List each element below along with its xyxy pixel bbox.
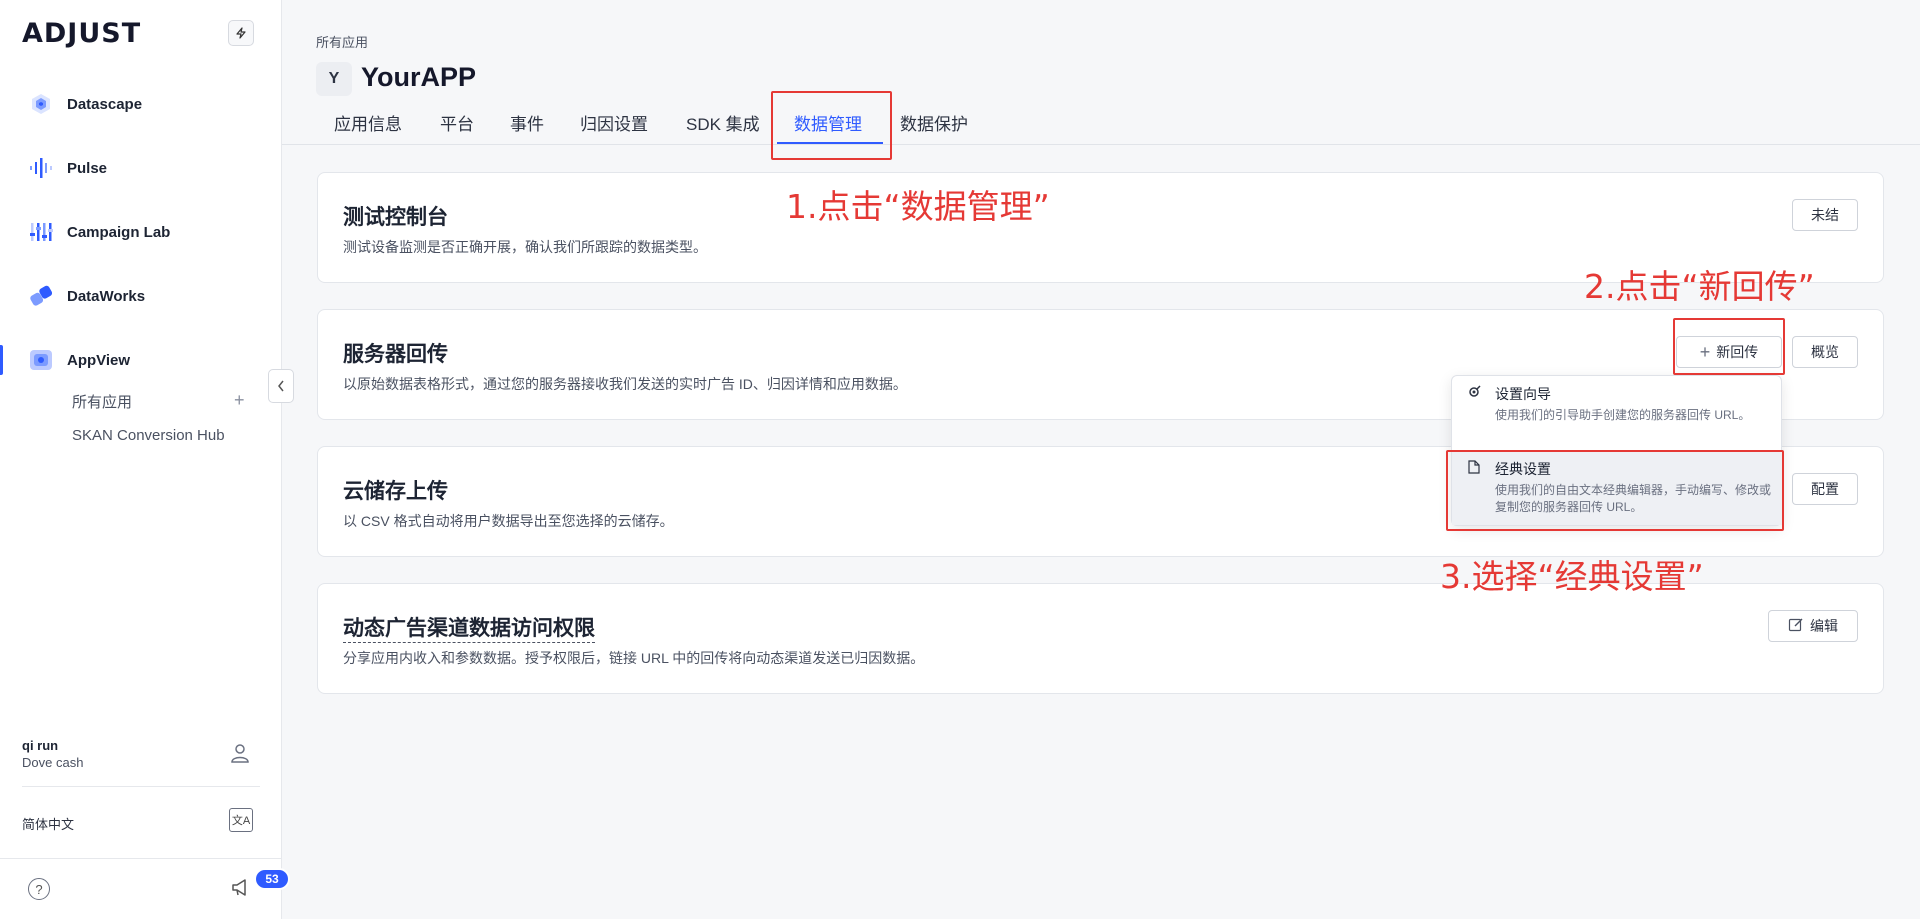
nav-label: Campaign Lab (67, 223, 171, 241)
menu-item-title: 设置向导 (1495, 386, 1551, 402)
add-app-plus-icon[interactable]: + (234, 390, 245, 411)
user-profile-icon[interactable] (229, 742, 251, 769)
tab-events[interactable]: 事件 (510, 110, 544, 135)
campaign-lab-icon (26, 217, 56, 247)
tab-platform[interactable]: 平台 (440, 110, 474, 135)
collapse-sidebar-button[interactable] (268, 369, 294, 403)
page-title: YourAPP (361, 62, 477, 92)
menu-item-setup-wizard[interactable]: 设置向导 使用我们的引导助手创建您的服务器回传 URL。 (1452, 376, 1783, 450)
nav-label: Pulse (67, 159, 108, 177)
nav-label: Datascape (67, 95, 143, 113)
divider (22, 786, 260, 787)
menu-item-title: 经典设置 (1495, 461, 1551, 477)
card-title: 动态广告渠道数据访问权限 (343, 612, 595, 643)
sidebar-item-skan-conversion-hub[interactable]: SKAN Conversion Hub (72, 427, 225, 444)
tab-attribution-settings[interactable]: 归因设置 (580, 110, 648, 135)
translate-icon[interactable]: 文A (229, 808, 253, 832)
document-icon (1468, 460, 1480, 477)
adjust-logo[interactable]: ADJUST (22, 18, 141, 49)
edit-button[interactable]: 编辑 (1768, 610, 1858, 642)
open-test-console-button[interactable]: 未结 (1792, 199, 1858, 231)
wand-icon (1468, 385, 1481, 401)
nav-item-campaign-lab[interactable]: Campaign Lab (0, 209, 281, 255)
megaphone-icon[interactable] (230, 876, 252, 904)
app-avatar: Y (316, 62, 352, 96)
appview-icon (26, 345, 56, 375)
card-description: 以 CSV 格式自动将用户数据导出至您选择的云储存。 (343, 513, 674, 529)
header-divider (282, 144, 1920, 145)
configure-button[interactable]: 配置 (1792, 473, 1858, 505)
user-company: Dove cash (22, 755, 84, 770)
card-description: 测试设备监测是否正确开展，确认我们所跟踪的数据类型。 (343, 239, 707, 255)
card-title: 云储存上传 (343, 480, 448, 503)
card-title: 测试控制台 (343, 206, 448, 229)
new-callback-button[interactable]: + 新回传 (1676, 336, 1782, 368)
menu-item-classic-setup[interactable]: 经典设置 使用我们的自由文本经典编辑器，手动编写、修改或复制您的服务器回传 UR… (1452, 451, 1783, 525)
overview-button[interactable]: 概览 (1792, 336, 1858, 368)
nav-item-datascape[interactable]: Datascape (0, 81, 281, 127)
annotation-step-3: 3.选择“经典设置” (1440, 557, 1704, 596)
sidebar-item-all-apps[interactable]: 所有应用 (72, 391, 132, 412)
help-icon[interactable]: ? (28, 878, 50, 900)
pulse-icon (26, 153, 56, 183)
card-description: 以原始数据表格形式，通过您的服务器接收我们发送的实时广告 ID、归因详情和应用数… (343, 376, 907, 392)
menu-item-description: 使用我们的引导助手创建您的服务器回传 URL。 (1495, 408, 1751, 422)
notification-badge[interactable]: 53 (254, 868, 290, 890)
user-name: qi run (22, 738, 59, 753)
card-dynamic-ad-partner-access: 动态广告渠道数据访问权限 分享应用内收入和参数数据。授予权限后，链接 URL 中… (317, 583, 1884, 694)
tab-app-info[interactable]: 应用信息 (334, 110, 402, 135)
card-title: 服务器回传 (343, 343, 448, 366)
breadcrumb[interactable]: 所有应用 (316, 32, 368, 51)
menu-item-description: 使用我们的自由文本经典编辑器，手动编写、修改或复制您的服务器回传 URL。 (1495, 483, 1772, 514)
edit-icon (1788, 617, 1804, 636)
new-callback-label: 新回传 (1716, 344, 1759, 360)
edit-label: 编辑 (1810, 618, 1838, 634)
dataworks-icon (26, 281, 56, 311)
nav-item-dataworks[interactable]: DataWorks (0, 273, 281, 319)
plus-icon: + (1699, 341, 1711, 362)
nav-label: DataWorks (67, 287, 146, 305)
nav-item-pulse[interactable]: Pulse (0, 145, 281, 191)
sidebar: ADJUST Datascape Pulse Campaign Lab Data… (0, 0, 290, 919)
tab-data-management[interactable]: 数据管理 (794, 110, 862, 135)
tab-data-protection[interactable]: 数据保护 (900, 110, 968, 135)
tab-sdk-integration[interactable]: SDK 集成 (686, 110, 760, 135)
annotation-step-1: 1.点击“数据管理” (786, 187, 1050, 226)
nav-label: AppView (67, 351, 131, 369)
datascape-icon (26, 89, 56, 119)
nav-item-appview[interactable]: AppView (0, 337, 281, 383)
user-block: qi run Dove cash (22, 738, 83, 770)
language-label[interactable]: 简体中文 (22, 814, 74, 833)
divider (0, 858, 281, 859)
bolt-icon[interactable] (228, 20, 254, 46)
annotation-step-2: 2.点击“新回传” (1584, 267, 1815, 306)
card-description: 分享应用内收入和参数数据。授予权限后，链接 URL 中的回传将向动态渠道发送已归… (343, 650, 925, 666)
new-callback-dropdown: 设置向导 使用我们的引导助手创建您的服务器回传 URL。 经典设置 使用我们的自… (1451, 375, 1783, 526)
